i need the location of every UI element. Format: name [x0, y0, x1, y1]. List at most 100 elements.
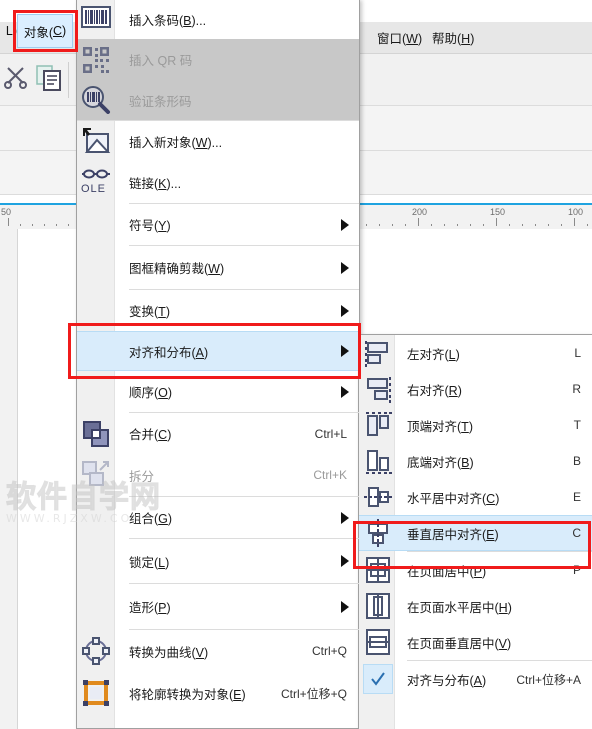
submenu-item-label: 左对齐(L): [407, 347, 460, 362]
menu-item-label: 组合(G): [129, 512, 173, 526]
submenu-item-align-center-vertical[interactable]: 垂直居中对齐(E) C: [359, 515, 592, 551]
submenu-item-label: 对齐与分布(A): [407, 673, 487, 688]
menu-item-symbol[interactable]: 符号(Y): [77, 204, 359, 245]
menu-item-insert-barcode[interactable]: 插入条码(B)...: [77, 0, 359, 39]
submenu-item-center-vertically-on-page[interactable]: 在页面垂直居中(V): [359, 624, 592, 660]
copy-icon[interactable]: [34, 63, 64, 93]
menu-tab-left-fragment[interactable]: L): [0, 14, 17, 48]
submenu-arrow-icon: [341, 304, 349, 317]
break-apart-icon: [80, 459, 112, 491]
menu-item-label: 插入 QR 码: [129, 54, 193, 68]
menu-item-transform[interactable]: 变换(T): [77, 290, 359, 331]
submenu-item-label: 右对齐(R): [407, 383, 462, 398]
submenu-item-align-bottom[interactable]: 底端对齐(B) B: [359, 443, 592, 479]
checkmark-icon: [363, 664, 393, 694]
submenu-item-accelerator: L: [574, 346, 581, 360]
menu-item-powerclip[interactable]: 图框精确剪裁(W): [77, 246, 359, 289]
menu-item-insert-new-object[interactable]: 插入新对象(W)...: [77, 121, 359, 161]
submenu-arrow-icon: [341, 218, 349, 231]
submenu-item-align-and-distribute-dialog[interactable]: 对齐与分布(A) Ctrl+位移+A: [359, 661, 592, 697]
submenu-item-accelerator: P: [572, 563, 581, 577]
menu-item-label: 连接曲线(J): [129, 725, 194, 729]
submenu-arrow-icon: [341, 555, 349, 567]
qrcode-icon: [80, 44, 112, 76]
menu-item-label: 顺序(O): [129, 386, 173, 400]
insert-object-icon: [80, 125, 112, 157]
outline-to-object-icon: [80, 677, 112, 709]
center-page-v-icon: [362, 626, 394, 658]
menu-item-convert-outline-to-object[interactable]: 将轮廓转换为对象(E) Ctrl+位移+Q: [77, 672, 359, 714]
submenu-item-align-left[interactable]: 左对齐(L) L: [359, 335, 592, 371]
submenu-item-label: 顶端对齐(T): [407, 419, 473, 434]
menu-item-close-path[interactable]: 连接曲线(J): [77, 714, 359, 729]
submenu-item-accelerator: E: [572, 490, 581, 504]
menu-item-label: 将轮廓转换为对象(E): [129, 687, 246, 702]
menu-item-link[interactable]: OLE 链接(K)...: [77, 161, 359, 203]
ruler-label: 200: [412, 207, 428, 217]
submenu-item-label: 水平居中对齐(C): [407, 491, 500, 506]
menu-item-accelerator: Ctrl+Q: [311, 644, 347, 658]
submenu-item-center-horizontally-on-page[interactable]: 在页面水平居中(H): [359, 588, 592, 624]
submenu-item-label: 在页面居中(P): [407, 564, 487, 579]
menu-item-label: 符号(Y): [129, 219, 171, 233]
menu-item-label: 拆分: [129, 469, 155, 484]
menu-item-shaping[interactable]: 造形(P): [77, 584, 359, 629]
vertical-ruler[interactable]: [0, 229, 18, 729]
barcode-icon: [80, 3, 112, 35]
submenu-item-accelerator: C: [572, 526, 581, 540]
submenu-item-center-on-page[interactable]: 在页面居中(P) P: [359, 552, 592, 588]
submenu-item-label: 在页面水平居中(H): [407, 600, 512, 615]
align-left-icon: [362, 337, 394, 369]
menu-item-label: 对齐和分布(A): [129, 345, 209, 360]
horizontal-ruler-right[interactable]: 200 150 100: [358, 203, 592, 229]
svg-text:OLE: OLE: [81, 183, 106, 195]
ruler-label: 150: [490, 207, 506, 217]
combine-icon: [80, 418, 112, 450]
menu-item-accelerator: Ctrl+位移+Q: [280, 686, 347, 701]
barcode-validate-icon: [80, 84, 112, 116]
align-top-icon: [362, 409, 394, 441]
submenu-item-align-top[interactable]: 顶端对齐(T) T: [359, 407, 592, 443]
menu-item-insert-qr-code: 插入 QR 码: [77, 39, 359, 80]
submenu-item-label: 在页面垂直居中(V): [407, 636, 512, 651]
app-window: ) 窗口(W) 帮助(H) L) 对象(C): [0, 0, 592, 729]
menu-item-order[interactable]: 顺序(O): [77, 371, 359, 412]
menu-item-label: 图框精确剪裁(W): [129, 262, 225, 276]
align-bottom-icon: [362, 445, 394, 477]
menu-item-label: 验证条形码: [129, 94, 192, 109]
ruler-label: 50: [1, 207, 12, 217]
submenu-arrow-icon: [341, 261, 349, 274]
menu-item-combine[interactable]: 合并(C) Ctrl+L: [77, 413, 359, 454]
menu-item-accelerator: Ctrl+L: [314, 426, 347, 441]
submenu-item-label: 底端对齐(B): [407, 455, 474, 470]
menu-item-validate-barcode: 验证条形码: [77, 80, 359, 120]
submenu-item-align-right[interactable]: 右对齐(R) R: [359, 371, 592, 407]
menu-item-align-and-distribute[interactable]: 对齐和分布(A): [77, 331, 359, 371]
menu-item-break-apart: 拆分 Ctrl+K: [77, 454, 359, 496]
align-center-v-icon: [362, 517, 394, 549]
align-center-h-icon: [362, 481, 394, 513]
submenu-item-label: 垂直居中对齐(E): [407, 527, 499, 542]
object-menu[interactable]: 插入条码(B)... 插入 QR 码 验证条形码 插入新对象(W)... OLE…: [76, 0, 360, 729]
align-and-distribute-submenu[interactable]: 左对齐(L) L 右对齐(R) R 顶端对齐(T) T 底端对齐(B) B 水平…: [358, 334, 592, 729]
submenu-arrow-icon: [341, 600, 349, 613]
menu-item-label: 造形(P): [129, 601, 171, 615]
menu-window[interactable]: 窗口(W): [377, 28, 422, 47]
submenu-arrow-icon: [341, 385, 349, 398]
menu-item-label: 插入条码(B)...: [129, 13, 207, 28]
submenu-item-accelerator: Ctrl+位移+A: [516, 672, 581, 687]
cut-icon[interactable]: [3, 64, 29, 90]
menu-item-label: 锁定(L): [129, 555, 170, 570]
menu-item-label: 链接(K)...: [129, 176, 182, 191]
submenu-item-accelerator: B: [572, 454, 581, 468]
menu-item-convert-to-curves[interactable]: 转换为曲线(V) Ctrl+Q: [77, 630, 359, 672]
menu-item-group[interactable]: 组合(G): [77, 497, 359, 538]
submenu-item-accelerator: T: [573, 418, 581, 432]
align-right-icon: [362, 373, 394, 405]
submenu-item-align-center-horizontal[interactable]: 水平居中对齐(C) E: [359, 479, 592, 515]
submenu-arrow-icon: [341, 345, 349, 357]
menu-tab-object[interactable]: 对象(C): [17, 14, 73, 48]
convert-curves-icon: [80, 635, 112, 667]
menu-item-lock[interactable]: 锁定(L): [77, 539, 359, 583]
menu-help[interactable]: 帮助(H): [432, 28, 474, 47]
